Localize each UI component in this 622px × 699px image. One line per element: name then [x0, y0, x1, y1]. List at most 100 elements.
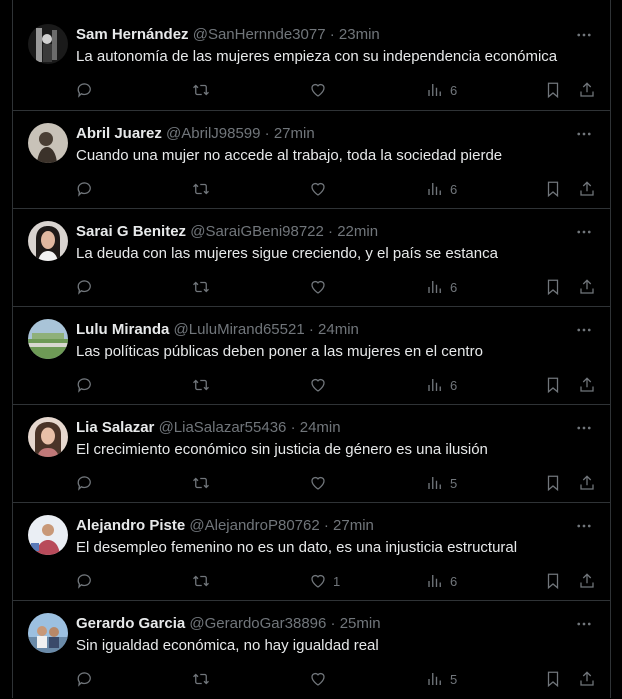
display-name[interactable]: Sarai G Benitez — [76, 223, 186, 240]
user-handle[interactable]: @SanHernnde3077 — [193, 26, 326, 43]
like-button[interactable] — [309, 277, 333, 297]
timestamp[interactable]: 24min — [318, 321, 359, 338]
display-name[interactable]: Lulu Miranda — [76, 321, 169, 338]
analytics-icon — [428, 673, 441, 685]
tweet[interactable]: Lia Salazar @LiaSalazar55436 · 24min El … — [13, 404, 610, 502]
views-button[interactable]: 6 — [426, 80, 457, 100]
timestamp[interactable]: 23min — [339, 26, 380, 43]
avatar[interactable] — [28, 221, 68, 261]
more-options-button[interactable] — [574, 124, 594, 144]
timestamp[interactable]: 24min — [300, 419, 341, 436]
user-handle[interactable]: @LuluMirand65521 — [174, 321, 305, 338]
view-count: 6 — [450, 279, 458, 295]
like-button[interactable] — [309, 375, 333, 395]
reply-button[interactable] — [76, 669, 94, 689]
more-options-button[interactable] — [574, 418, 594, 438]
user-handle[interactable]: @LiaSalazar55436 — [159, 419, 287, 436]
reply-button[interactable] — [76, 277, 94, 297]
bookmark-button[interactable] — [544, 179, 562, 199]
share-button[interactable] — [578, 571, 596, 591]
retweet-button[interactable] — [192, 669, 210, 689]
tweet[interactable]: Abril Juarez @AbrilJ98599 · 27min Cuando… — [13, 110, 610, 208]
separator: · — [290, 419, 296, 436]
tweet[interactable]: Lulu Miranda @LuluMirand65521 · 24min La… — [13, 306, 610, 404]
views-button[interactable]: 5 — [426, 669, 457, 689]
tweet-actions: 6 — [76, 277, 602, 297]
views-button[interactable]: 6 — [426, 375, 457, 395]
like-button[interactable] — [309, 473, 333, 493]
tweet[interactable]: Sarai G Benitez @SaraiGBeni98722 · 22min… — [13, 208, 610, 306]
heart-icon — [311, 574, 325, 588]
avatar[interactable] — [28, 515, 68, 555]
bookmark-button[interactable] — [544, 277, 562, 297]
share-button[interactable] — [578, 179, 596, 199]
tweet-header: Abril Juarez @AbrilJ98599 · 27min — [76, 124, 570, 144]
display-name[interactable]: Alejandro Piste — [76, 517, 185, 534]
share-button[interactable] — [578, 375, 596, 395]
reply-button[interactable] — [76, 473, 94, 493]
tweet-header: Sarai G Benitez @SaraiGBeni98722 · 22min — [76, 222, 570, 242]
share-button[interactable] — [578, 473, 596, 493]
analytics-icon — [428, 575, 441, 587]
share-button[interactable] — [578, 277, 596, 297]
tweet[interactable]: Sam Hernández @SanHernnde3077 · 23min La… — [13, 0, 610, 110]
reply-icon — [77, 378, 91, 393]
more-options-button[interactable] — [574, 320, 594, 340]
timestamp[interactable]: 25min — [340, 615, 381, 632]
display-name[interactable]: Abril Juarez — [76, 125, 162, 142]
timestamp[interactable]: 27min — [333, 517, 374, 534]
more-options-button[interactable] — [574, 614, 594, 634]
avatar[interactable] — [28, 417, 68, 457]
views-button[interactable]: 6 — [426, 571, 457, 591]
more-options-button[interactable] — [574, 222, 594, 242]
tweet[interactable]: Alejandro Piste @AlejandroP80762 · 27min… — [13, 502, 610, 600]
timestamp[interactable]: 22min — [337, 223, 378, 240]
more-icon — [577, 33, 591, 37]
display-name[interactable]: Gerardo Garcia — [76, 615, 185, 632]
views-button[interactable]: 6 — [426, 179, 457, 199]
like-button[interactable]: 1 — [309, 571, 340, 591]
bookmark-button[interactable] — [544, 80, 562, 100]
retweet-button[interactable] — [192, 571, 210, 591]
reply-button[interactable] — [76, 571, 94, 591]
bookmark-button[interactable] — [544, 473, 562, 493]
like-button[interactable] — [309, 80, 333, 100]
timestamp[interactable]: 27min — [274, 125, 315, 142]
retweet-button[interactable] — [192, 80, 210, 100]
tweet[interactable]: Gerardo Garcia @GerardoGar38896 · 25min … — [13, 600, 610, 698]
reply-button[interactable] — [76, 80, 94, 100]
like-button[interactable] — [309, 669, 333, 689]
like-button[interactable] — [309, 179, 333, 199]
bookmark-icon — [547, 279, 559, 296]
avatar[interactable] — [28, 613, 68, 653]
user-handle[interactable]: @GerardoGar38896 — [189, 615, 326, 632]
avatar[interactable] — [28, 24, 68, 64]
avatar[interactable] — [28, 123, 68, 163]
retweet-button[interactable] — [192, 179, 210, 199]
user-handle[interactable]: @AbrilJ98599 — [166, 125, 260, 142]
display-name[interactable]: Sam Hernández — [76, 26, 189, 43]
avatar[interactable] — [28, 319, 68, 359]
view-count: 6 — [450, 573, 458, 589]
more-icon — [577, 230, 591, 234]
retweet-icon — [193, 575, 209, 587]
display-name[interactable]: Lia Salazar — [76, 419, 154, 436]
user-handle[interactable]: @SaraiGBeni98722 — [190, 223, 324, 240]
share-button[interactable] — [578, 669, 596, 689]
more-options-button[interactable] — [574, 25, 594, 45]
retweet-button[interactable] — [192, 277, 210, 297]
views-button[interactable]: 6 — [426, 277, 457, 297]
bookmark-button[interactable] — [544, 571, 562, 591]
reply-button[interactable] — [76, 179, 94, 199]
retweet-button[interactable] — [192, 473, 210, 493]
more-options-button[interactable] — [574, 516, 594, 536]
share-icon — [580, 573, 594, 588]
bookmark-button[interactable] — [544, 375, 562, 395]
reply-button[interactable] — [76, 375, 94, 395]
share-button[interactable] — [578, 80, 596, 100]
bookmark-button[interactable] — [544, 669, 562, 689]
views-button[interactable]: 5 — [426, 473, 457, 493]
user-handle[interactable]: @AlejandroP80762 — [189, 517, 319, 534]
more-icon — [577, 426, 591, 430]
retweet-button[interactable] — [192, 375, 210, 395]
